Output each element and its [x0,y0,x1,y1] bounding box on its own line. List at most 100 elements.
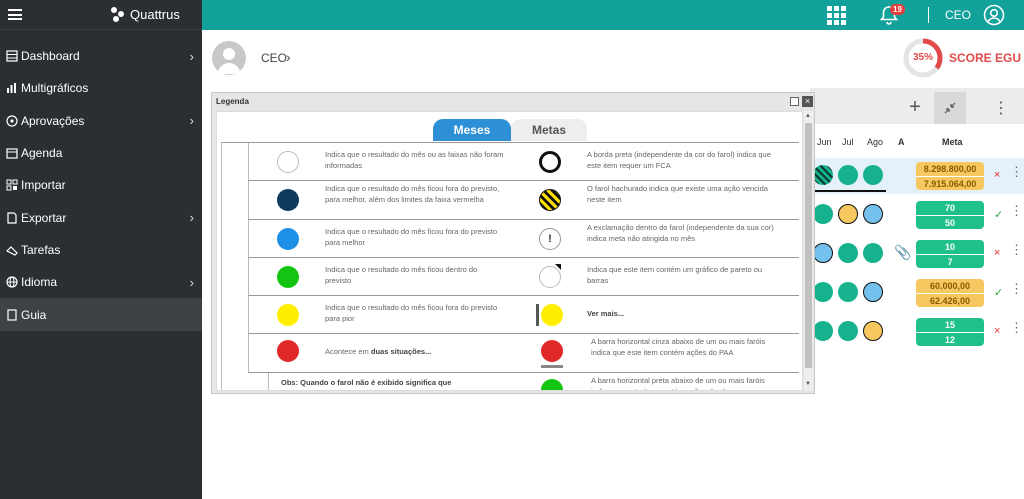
status-dot[interactable] [838,243,858,263]
see-more-link[interactable]: Ver mais... [587,308,624,319]
column-header: Jul [842,137,854,147]
tasks-icon [6,244,18,256]
red-light [277,340,299,363]
status-dot[interactable] [813,282,833,302]
legend-title: Legenda [216,97,249,106]
yellow-light [277,304,299,327]
status-dot[interactable] [863,243,883,263]
row-menu-icon[interactable]: ⋮ [1010,282,1023,295]
avatar [212,41,246,75]
column-header: Ago [867,137,884,147]
scroll-down-icon[interactable]: ▼ [805,381,811,387]
tab-metas[interactable]: Metas [511,119,587,141]
legend-description: Indica que este item contém um gráfico d… [587,264,763,285]
scrollbar-thumb[interactable] [805,123,812,368]
column-header: Meta [942,137,963,147]
legend-row: Indica que o resultado do mês ficou fora… [248,296,799,335]
hamburger-menu-icon[interactable] [8,9,22,20]
status-dot[interactable] [863,282,883,302]
column-header: Jun [817,137,832,147]
fail-icon: × [994,247,1001,259]
exclamation-light: ! [539,227,561,250]
add-button[interactable]: + [900,94,930,122]
legend-row: Indica que o resultado do mês ficou fora… [248,219,799,258]
export-icon [6,212,18,224]
user-name[interactable]: CEO [945,8,971,22]
sidebar-item-agenda[interactable]: Agenda [0,137,202,169]
compress-icon [944,102,956,114]
white-light [277,151,299,173]
status-dot[interactable] [863,165,883,185]
import-icon [6,179,18,191]
sidebar-header: Quattrus [0,0,202,30]
two-situations-link[interactable]: duas situações... [371,347,431,356]
vertical-bar [536,304,539,327]
logo[interactable]: Quattrus [111,6,180,23]
scroll-up-icon[interactable]: ▲ [805,113,811,119]
status-dot[interactable] [863,321,883,341]
sidebar: Quattrus Dashboard › Multigráficos Aprov… [0,0,202,499]
sidebar-item-idioma[interactable]: Idioma › [0,266,202,298]
meta-badge: 70 50 [916,201,984,229]
globe-icon [6,276,18,288]
legend-description: Indica que o resultado do mês ou as faix… [325,150,504,170]
sidebar-item-guia[interactable]: Guia [0,298,202,331]
status-dot[interactable] [838,165,858,185]
legend-body: Meses Metas Indica que o resultado do mê… [216,111,803,391]
legend-description: A barra horizontal cinza abaixo de um ou… [591,337,766,358]
action-bar [813,190,886,192]
more-options-icon[interactable]: ⋮ [993,98,1009,118]
chevron-right-icon[interactable]: › [286,49,291,65]
sidebar-item-importar[interactable]: Importar [0,169,202,201]
sidebar-item-aprovacoes[interactable]: Aprovações › [0,105,202,137]
guide-icon [6,308,18,321]
check-icon: ✓ [994,287,1004,299]
status-dot[interactable] [813,165,833,185]
status-dot[interactable] [813,321,833,341]
chevron-right-icon: › [189,48,194,64]
topbar: 19 CEO [202,0,1024,30]
score-percent: 35% [912,52,933,63]
status-dot[interactable] [838,321,858,341]
meta-badge: 15 12 [916,318,984,346]
sidebar-item-exportar[interactable]: Exportar › [0,201,202,233]
status-dot[interactable] [838,204,858,224]
minimize-button[interactable] [790,97,799,106]
compress-button[interactable] [934,92,966,124]
apps-grid-icon[interactable] [827,6,846,25]
divider [928,7,929,23]
sidebar-item-multigraficos[interactable]: Multigráficos [0,72,202,104]
legend-description: Indica que o resultado do mês ficou fora… [325,226,498,247]
row-menu-icon[interactable]: ⋮ [1010,165,1023,178]
obs-text: Obs: Quando o farol não é exibido signif… [281,377,452,390]
meta-badge: 60.000,00 62.426,00 [916,279,984,307]
score-label: SCORE EGU [949,51,1022,65]
legend-description: Acontece em duas situações... [325,347,432,357]
chart-icon [6,82,18,94]
row-menu-icon[interactable]: ⋮ [1010,243,1023,256]
meta-badge: 10 7 [916,240,984,268]
legend-row: Acontece em duas situações... A barra ho… [248,334,799,373]
sidebar-item-tarefas[interactable]: Tarefas [0,234,202,266]
notification-badge: 19 [890,4,905,15]
legend-description: O farol hachurado indica que existe uma … [587,184,768,205]
scrollbar[interactable]: ▲ ▼ [804,111,813,391]
row-menu-icon[interactable]: ⋮ [1010,321,1023,334]
status-dot[interactable] [863,204,883,224]
approval-icon [6,115,18,127]
green-light [541,378,563,390]
legend-description: Indica que o resultado do mês ficou fora… [325,184,500,205]
legend-row: Obs: Quando o farol não é exibido signif… [268,372,799,390]
row-menu-icon[interactable]: ⋮ [1010,204,1023,217]
chevron-right-icon: › [189,210,194,226]
close-button[interactable]: × [802,96,813,107]
status-dot[interactable] [813,243,833,263]
status-dot[interactable] [838,282,858,302]
breadcrumb: CEO › 35% SCORE EGU [202,30,1024,88]
status-dot[interactable] [813,204,833,224]
sidebar-item-dashboard[interactable]: Dashboard › [0,40,202,72]
breadcrumb-label[interactable]: CEO [261,51,287,65]
paperclip-icon[interactable]: 📎 [894,244,911,261]
user-avatar-icon[interactable] [983,4,1005,26]
tab-meses[interactable]: Meses [433,119,511,141]
